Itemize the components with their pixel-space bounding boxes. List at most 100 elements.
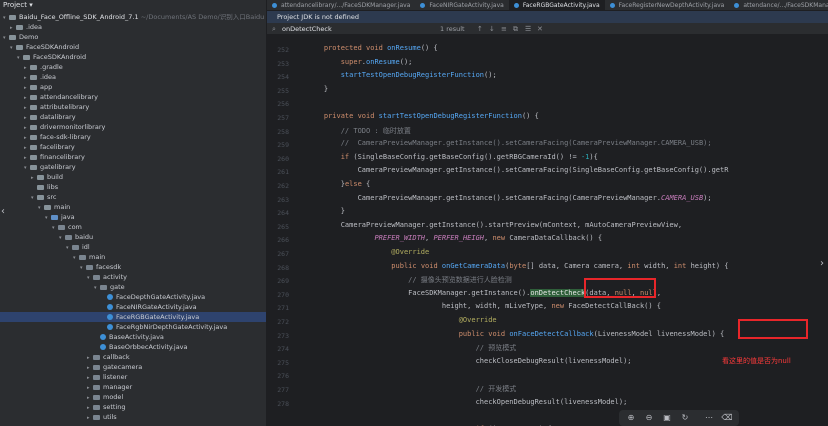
tree-item[interactable]: ▸ financelibrary — [0, 152, 266, 162]
code-line[interactable]: // 开发模式 — [307, 384, 517, 394]
tree-item[interactable]: ▾ main — [0, 202, 266, 212]
project-title[interactable]: Project — [3, 1, 27, 9]
code-line[interactable]: checkCloseDebugResult(livenessModel); — [307, 357, 632, 365]
tree-item-label: facelibrary — [40, 143, 75, 151]
code-line[interactable]: }else { — [307, 180, 371, 188]
arrow-down-icon[interactable]: ↓ — [489, 23, 495, 35]
tree-item[interactable]: BaseActivity.java — [0, 332, 266, 342]
tree-item-label: FaceDepthGateActivity.java — [116, 293, 206, 301]
tree-item[interactable]: ▸ .idea — [0, 22, 266, 32]
chevron-down-icon[interactable]: ▾ — [29, 1, 33, 9]
select-all-icon[interactable]: ⧉ — [513, 23, 518, 35]
code-area[interactable]: protected void onResume() { super.onResu… — [307, 37, 828, 426]
fit-icon[interactable]: ▣ — [661, 412, 673, 424]
tree-item[interactable]: ▾ gate — [0, 282, 266, 292]
code-line[interactable]: @Override — [307, 248, 429, 256]
folder-icon — [16, 44, 23, 50]
tree-item[interactable]: ▸ callback — [0, 352, 266, 362]
editor-tab[interactable]: FaceRegisterNewDepthActivity.java — [605, 0, 730, 10]
project-panel-header[interactable]: Project ▾ — [0, 0, 266, 11]
chevron-right-icon[interactable]: › — [820, 258, 824, 269]
tree-item[interactable]: libs — [0, 182, 266, 192]
tree-item[interactable]: FaceRgbNirDepthGateActivity.java — [0, 322, 266, 332]
tree-item-label: utils — [103, 413, 117, 421]
rotate-icon[interactable]: ↻ — [679, 412, 691, 424]
options-icon[interactable]: ☰ — [525, 23, 531, 35]
tree-item[interactable]: ▸ gatecamera — [0, 362, 266, 372]
tree-item[interactable]: ▸ setting — [0, 402, 266, 412]
tree-item[interactable]: ▸ listener — [0, 372, 266, 382]
tree-item[interactable]: ▾ com — [0, 222, 266, 232]
code-line[interactable]: checkOpenDebugResult(livenessModel); — [307, 398, 628, 406]
tree-item[interactable]: ▾ java — [0, 212, 266, 222]
tree-item[interactable]: ▾ facesdk — [0, 262, 266, 272]
zoom-out-icon[interactable]: ⊖ — [643, 412, 655, 424]
project-panel: Project ▾ ▾ Baidu_Face_Offline_SDK_Androi… — [0, 0, 267, 426]
tree-item[interactable]: ▾ src — [0, 192, 266, 202]
code-line[interactable]: @Override — [307, 316, 497, 324]
tree-item[interactable]: ▾ idl — [0, 242, 266, 252]
chevron-left-icon[interactable]: ‹ — [1, 206, 5, 217]
delete-icon[interactable]: ⌫ — [721, 412, 733, 424]
code-line[interactable]: CameraPreviewManager.getInstance().setCa… — [307, 166, 729, 174]
code-line[interactable]: public void onGetCameraData(byte[] data,… — [307, 262, 728, 270]
more-icon[interactable]: ⋯ — [703, 412, 715, 424]
tree-item-label: FaceRGBGateActivity.java — [116, 313, 200, 321]
folder-icon — [37, 194, 44, 200]
tree-item[interactable]: ▸ build — [0, 172, 266, 182]
tree-item[interactable]: ▸ app — [0, 82, 266, 92]
tree-item[interactable]: ▾ activity — [0, 272, 266, 282]
tree-item[interactable]: ▸ .gradle — [0, 62, 266, 72]
tree-item[interactable]: ▾ gatelibrary — [0, 162, 266, 172]
editor-tab[interactable]: FaceNIRGateActivity.java — [415, 0, 508, 10]
tree-item-label: baidu — [75, 233, 94, 241]
tree-item[interactable]: ▸ facelibrary — [0, 142, 266, 152]
code-line[interactable]: super.onResume(); — [307, 58, 413, 66]
tree-item[interactable]: ▾ Demo — [0, 32, 266, 42]
code-line[interactable]: startTestOpenDebugRegisterFunction(); — [307, 71, 497, 79]
code-line[interactable]: public void onFaceDetectCallback(Livenes… — [307, 330, 725, 338]
code-line[interactable]: } — [307, 85, 328, 93]
tree-item[interactable]: ▸ attributelibrary — [0, 102, 266, 112]
tree-root[interactable]: ▾ Baidu_Face_Offline_SDK_Android_7.1 ~/Do… — [0, 12, 266, 22]
code-line[interactable]: PREFER_WIDTH, PERFER_HEIGH, new CameraDa… — [307, 234, 602, 242]
tree-item[interactable]: ▸ model — [0, 392, 266, 402]
code-line[interactable]: // 摄像头预览数据进行人脸检测 — [307, 275, 512, 285]
tree-item[interactable]: ▸ utils — [0, 412, 266, 422]
arrow-up-icon[interactable]: ↑ — [477, 23, 483, 35]
folder-icon — [93, 274, 100, 280]
tree-item[interactable]: ▾ FaceSDKAndroid — [0, 42, 266, 52]
tree-item[interactable]: ▸ datalibrary — [0, 112, 266, 122]
code-line[interactable]: CameraPreviewManager.getInstance().setCa… — [307, 194, 712, 202]
code-line[interactable]: // TODO : 临时放置 — [307, 126, 411, 136]
code-line[interactable]: height, width, mLiveType, new FaceDetect… — [307, 302, 661, 310]
code-line[interactable]: } — [307, 207, 345, 215]
tree-item[interactable]: ▸ .idea — [0, 72, 266, 82]
editor-tab[interactable]: attendancelibrary/.../FaceSDKManager.jav… — [267, 0, 415, 10]
zoom-in-icon[interactable]: ⊕ — [625, 412, 637, 424]
tree-item[interactable]: FaceDepthGateActivity.java — [0, 292, 266, 302]
folder-icon — [93, 404, 100, 410]
code-line[interactable]: CameraPreviewManager.getInstance().start… — [307, 221, 682, 229]
tree-item[interactable]: BaseOrbbecActivity.java — [0, 342, 266, 352]
tree-item[interactable]: FaceNIRGateActivity.java — [0, 302, 266, 312]
code-line[interactable]: // 预览模式 — [307, 343, 517, 353]
tree-item[interactable]: ▾ baidu — [0, 232, 266, 242]
tree-item[interactable]: ▸ attendancelibrary — [0, 92, 266, 102]
tree-item[interactable]: ▸ face-sdk-library — [0, 132, 266, 142]
code-line[interactable]: // CameraPreviewManager.getInstance().se… — [307, 139, 712, 147]
code-line[interactable]: protected void onResume() { — [307, 44, 438, 52]
editor-tab[interactable]: attendance/.../FaceSDKManager.java — [729, 0, 828, 10]
tree-item[interactable]: FaceRGBGateActivity.java — [0, 312, 266, 322]
code-line[interactable]: if (SingleBaseConfig.getBaseConfig().get… — [307, 153, 598, 161]
find-input[interactable]: onDetectCheck — [282, 23, 332, 35]
tree-item[interactable]: ▾ main — [0, 252, 266, 262]
tree-item[interactable]: ▸ drivermonitorlibrary — [0, 122, 266, 132]
tree-item[interactable]: ▸ manager — [0, 382, 266, 392]
filter-icon[interactable]: ≡ — [501, 23, 507, 35]
code-line[interactable]: private void startTestOpenDebugRegisterF… — [307, 112, 539, 120]
tree-item[interactable]: ▾ FaceSDKAndroid — [0, 52, 266, 62]
editor: attendancelibrary/.../FaceSDKManager.jav… — [267, 0, 828, 426]
close-icon[interactable]: ✕ — [537, 23, 543, 35]
editor-tab[interactable]: FaceRGBGateActivity.java — [508, 0, 605, 10]
